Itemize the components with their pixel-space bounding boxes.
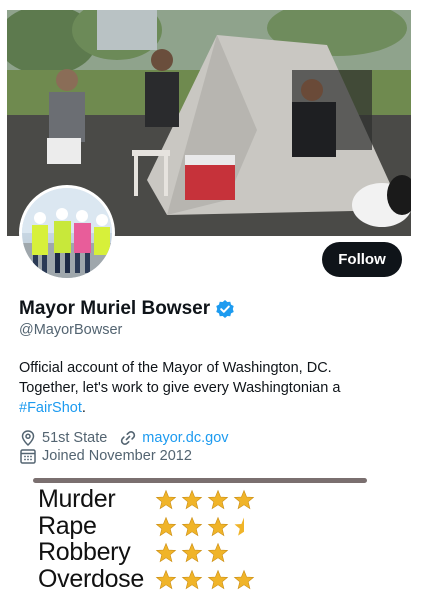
profile-meta-joined: Joined November 2012 bbox=[19, 447, 192, 465]
follow-button[interactable]: Follow bbox=[322, 242, 402, 277]
overlay-divider-bar bbox=[33, 478, 367, 483]
profile-location: 51st State bbox=[42, 430, 108, 446]
profile-joined-date: Joined November 2012 bbox=[42, 448, 192, 464]
verified-badge-icon[interactable] bbox=[215, 299, 235, 319]
star-icon bbox=[233, 489, 255, 511]
star-rating bbox=[155, 516, 255, 538]
profile-name-row: Mayor Muriel Bowser bbox=[19, 298, 235, 320]
star-rating bbox=[155, 542, 229, 564]
star-icon bbox=[207, 516, 229, 538]
crime-label: Rape bbox=[38, 511, 97, 540]
profile-handle: @MayorBowser bbox=[19, 322, 123, 338]
crime-rating-row: Overdose bbox=[38, 564, 298, 593]
star-icon bbox=[207, 569, 229, 591]
profile-website-link[interactable]: mayor.dc.gov bbox=[142, 430, 228, 446]
star-rating bbox=[155, 569, 255, 591]
avatar-photo bbox=[22, 188, 112, 278]
link-icon bbox=[119, 429, 137, 447]
crime-label: Overdose bbox=[38, 564, 144, 593]
crime-rating-row: Murder bbox=[38, 485, 298, 513]
star-rating bbox=[155, 489, 255, 511]
star-icon bbox=[155, 542, 177, 564]
bio-hashtag-link[interactable]: #FairShot bbox=[19, 400, 82, 416]
display-name: Mayor Muriel Bowser bbox=[19, 298, 211, 319]
star-icon bbox=[233, 569, 255, 591]
crime-rating-row: Robbery bbox=[38, 538, 298, 566]
star-icon bbox=[155, 516, 177, 538]
star-icon bbox=[181, 489, 203, 511]
profile-avatar[interactable] bbox=[19, 185, 115, 281]
star-icon bbox=[207, 542, 229, 564]
star-icon bbox=[155, 569, 177, 591]
crime-rating-row: Rape bbox=[38, 511, 298, 540]
star-icon bbox=[155, 489, 177, 511]
star-icon bbox=[233, 516, 255, 538]
location-pin-icon bbox=[19, 429, 37, 447]
crime-label: Murder bbox=[38, 485, 116, 513]
star-icon bbox=[181, 542, 203, 564]
crime-rating-list: Murder Rape Robbery Overdose bbox=[38, 485, 298, 593]
crime-label: Robbery bbox=[38, 538, 131, 566]
star-icon bbox=[181, 569, 203, 591]
profile-meta-location-website: 51st State mayor.dc.gov bbox=[19, 429, 229, 447]
calendar-icon bbox=[19, 447, 37, 465]
star-icon bbox=[207, 489, 229, 511]
bio-text: Official account of the Mayor of Washing… bbox=[19, 360, 341, 396]
profile-bio: Official account of the Mayor of Washing… bbox=[19, 358, 389, 418]
star-icon bbox=[181, 516, 203, 538]
bio-end: . bbox=[81, 400, 86, 416]
